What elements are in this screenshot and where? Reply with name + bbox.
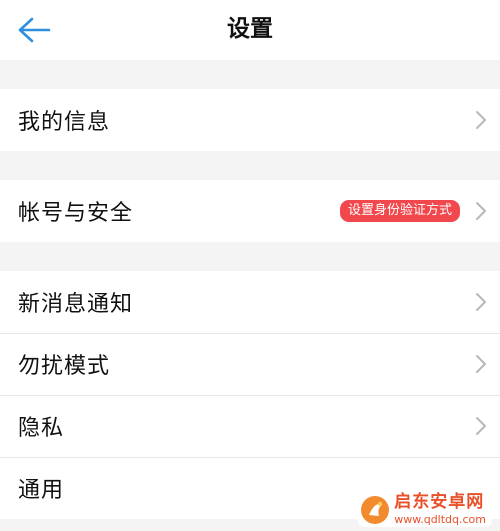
- watermark-url: www.qdltdq.com: [394, 513, 486, 526]
- verification-badge: 设置身份验证方式: [339, 200, 460, 222]
- chevron-right-icon: [476, 355, 486, 373]
- top-bar: 设置: [0, 0, 500, 60]
- section-profile: 我的信息: [0, 89, 500, 151]
- chevron-right-icon: [476, 111, 486, 129]
- settings-item-do-not-disturb[interactable]: 勿扰模式: [0, 333, 500, 395]
- chevron-right-icon: [476, 293, 486, 311]
- watermark-logo-icon: [361, 495, 390, 524]
- section-account: 帐号与安全 设置身份验证方式: [0, 180, 500, 242]
- settings-item-label: 隐私: [18, 416, 65, 441]
- settings-item-label: 帐号与安全: [18, 201, 134, 226]
- settings-item-account-security[interactable]: 帐号与安全 设置身份验证方式: [0, 180, 500, 242]
- section-general: 新消息通知 勿扰模式 隐私 通用: [0, 271, 500, 519]
- settings-item-label: 新消息通知: [18, 292, 134, 317]
- chevron-right-icon: [476, 202, 486, 220]
- watermark-title: 启东安卓网: [394, 492, 485, 512]
- settings-item-label: 通用: [18, 478, 65, 503]
- page-title: 设置: [227, 16, 273, 42]
- settings-item-privacy[interactable]: 隐私: [0, 395, 500, 457]
- settings-item-label: 我的信息: [18, 110, 111, 135]
- settings-item-label: 勿扰模式: [18, 354, 111, 379]
- settings-item-my-info[interactable]: 我的信息: [0, 89, 500, 151]
- settings-item-notifications[interactable]: 新消息通知: [0, 271, 500, 333]
- site-watermark: 启东安卓网 www.qdltdq.com: [358, 492, 492, 527]
- chevron-right-icon: [476, 417, 486, 435]
